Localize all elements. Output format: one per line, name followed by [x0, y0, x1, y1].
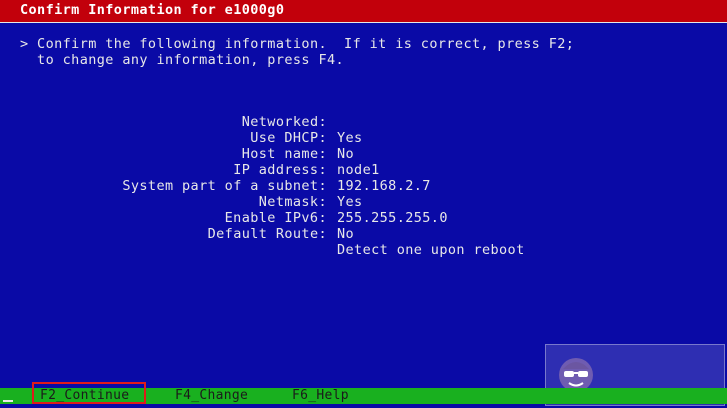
- detail-row-networked: Networked: Yes: [60, 98, 362, 146]
- prompt-line-1: > Confirm the following information. If …: [20, 36, 575, 52]
- window-title: Confirm Information for e1000g0: [20, 2, 285, 18]
- detail-value: No: [337, 226, 355, 242]
- detail-label: Default Route:: [207, 226, 327, 242]
- detail-value: Detect one upon reboot: [337, 242, 525, 258]
- help-key-button[interactable]: F6_Help: [292, 388, 349, 404]
- detail-value: No: [337, 146, 355, 162]
- detail-label: System part of a subnet:: [122, 178, 327, 194]
- detail-row-ip-address: IP address: 192.168.2.7: [60, 146, 430, 194]
- detail-label: Use DHCP:: [250, 130, 327, 146]
- detail-label: Networked:: [241, 114, 327, 130]
- detail-row-use-dhcp: Use DHCP: No: [60, 114, 353, 162]
- detail-value: 255.255.255.0: [337, 210, 448, 226]
- detail-value: node1: [337, 162, 380, 178]
- prompt-line-2: to change any information, press F4.: [20, 52, 345, 68]
- detail-label: Enable IPv6:: [224, 210, 327, 226]
- detail-label: IP address:: [233, 162, 327, 178]
- detail-value: Yes: [337, 130, 363, 146]
- text-cursor: [3, 400, 13, 402]
- detail-row-default-route: Default Route: Detect one upon reboot: [60, 210, 525, 258]
- terminal-screen: Confirm Information for e1000g0 > Confir…: [0, 0, 727, 408]
- detail-row-subnet: System part of a subnet: Yes: [60, 162, 362, 210]
- title-bar: Confirm Information for e1000g0: [0, 0, 727, 23]
- detail-row-enable-ipv6: Enable IPv6: No: [60, 194, 354, 242]
- function-key-bar: F2_Continue F4_Change F6_Help: [0, 388, 727, 404]
- continue-key-button[interactable]: F2_Continue: [40, 388, 129, 404]
- detail-value: Yes: [337, 194, 363, 210]
- detail-row-host-name: Host name: node1: [60, 130, 380, 178]
- detail-value: 192.168.2.7: [337, 178, 431, 194]
- detail-row-netmask: Netmask: 255.255.255.0: [60, 178, 448, 226]
- detail-label: Host name:: [241, 146, 327, 162]
- detail-label: Netmask:: [258, 194, 327, 210]
- change-key-button[interactable]: F4_Change: [175, 388, 248, 404]
- confirmation-details: Networked: Yes Use DHCP: No Host name: n…: [60, 98, 525, 258]
